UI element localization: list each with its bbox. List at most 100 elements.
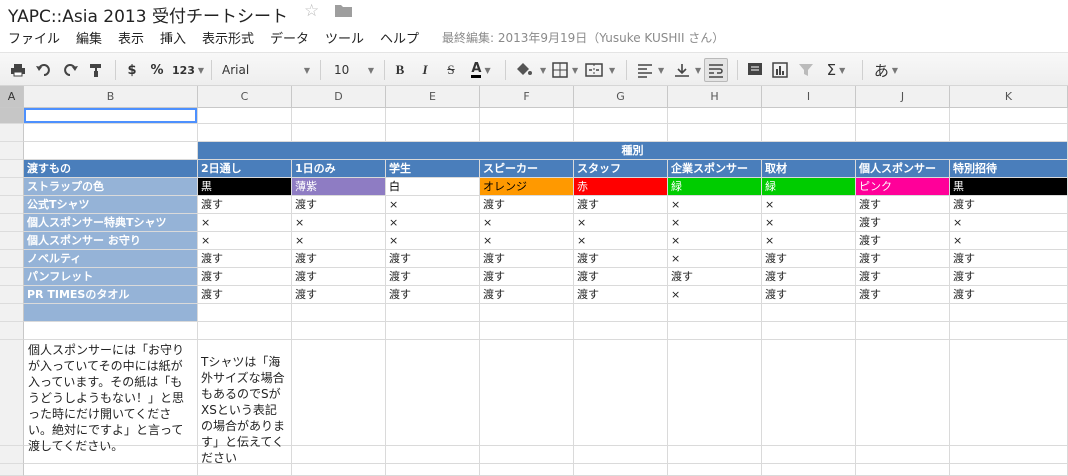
column-header-j[interactable]: J [856,86,950,108]
table-cell[interactable]: 渡す [574,286,667,303]
currency-button[interactable]: $ [126,61,138,79]
table-cell[interactable]: 渡す [762,250,855,267]
column-header-g[interactable]: G [574,86,668,108]
category-header-cell[interactable]: スタッフ [574,160,667,177]
table-cell[interactable]: 渡す [292,286,385,303]
wrap-text-button[interactable] [704,58,728,82]
align-left-icon[interactable] [637,61,653,79]
input-tools-button[interactable]: あ ▼ [871,61,901,80]
empty-label-cell[interactable] [24,304,197,321]
table-cell[interactable]: × [668,232,761,249]
table-cell[interactable]: 渡す [574,250,667,267]
functions-button[interactable]: Σ ▼ [823,61,849,79]
row-label-cell[interactable]: ストラップの色 [24,178,197,195]
table-cell[interactable]: 渡す [198,250,291,267]
row-header[interactable] [0,464,24,476]
row-label-cell[interactable]: ノベルティ [24,250,197,267]
group-header-cell[interactable]: 種別 [198,142,1067,159]
table-cell[interactable]: × [668,250,761,267]
table-cell[interactable]: 渡す [950,286,1067,303]
category-header-cell[interactable]: 特別招待 [950,160,1067,177]
fill-color-icon[interactable] [514,61,532,79]
valign-bottom-icon[interactable] [674,61,690,79]
column-header-e[interactable]: E [386,86,480,108]
table-cell[interactable]: × [762,232,855,249]
table-cell[interactable]: 渡す [386,250,479,267]
table-cell[interactable]: 渡す [950,196,1067,213]
table-cell[interactable]: 渡す [386,286,479,303]
paint-format-icon[interactable] [88,61,104,79]
table-cell[interactable]: 渡す [856,196,949,213]
table-cell[interactable]: 渡す [480,268,573,285]
row-header[interactable] [0,322,24,340]
row-header[interactable] [0,142,24,160]
table-cell[interactable]: 渡す [856,286,949,303]
strikethrough-button[interactable]: S [444,61,458,79]
table-cell[interactable]: 渡す [574,268,667,285]
table-cell[interactable]: 渡す [856,232,949,249]
strap-color-cell[interactable]: 黒 [198,178,291,195]
table-cell[interactable]: 渡す [292,268,385,285]
redo-icon[interactable] [62,61,78,79]
category-header-cell[interactable]: 2日通し [198,160,291,177]
column-header-a[interactable]: A [0,86,24,108]
column-header-c[interactable]: C [198,86,292,108]
row-header[interactable] [0,304,24,322]
chevron-down-icon[interactable]: ▼ [609,66,615,75]
column-header-f[interactable]: F [480,86,574,108]
table-cell[interactable]: × [480,232,573,249]
table-cell[interactable]: × [480,214,573,231]
table-cell[interactable]: 渡す [198,286,291,303]
folder-icon[interactable] [335,4,352,17]
table-cell[interactable]: × [668,286,761,303]
category-header-cell[interactable]: 企業スポンサー [668,160,761,177]
table-cell[interactable]: 渡す [574,196,667,213]
menu-help[interactable]: ヘルプ [380,28,419,47]
font-size-dropdown[interactable]: 10 ▼ [334,61,374,79]
menu-file[interactable]: ファイル [8,28,60,47]
row-label-cell[interactable]: 個人スポンサー特典Tシャツ [24,214,197,231]
table-cell[interactable]: 渡す [668,268,761,285]
column-header-h[interactable]: H [668,86,762,108]
strap-color-cell[interactable]: 白 [386,178,479,195]
category-header-cell[interactable]: 1日のみ [292,160,385,177]
merge-icon[interactable] [585,61,603,79]
table-cell[interactable]: × [950,232,1067,249]
menu-insert[interactable]: 挿入 [160,28,186,47]
row-header[interactable] [0,232,24,250]
chevron-down-icon[interactable]: ▼ [572,66,578,75]
percent-button[interactable]: % [150,61,164,79]
column-header-k[interactable]: K [950,86,1068,108]
bold-button[interactable]: B [393,61,407,79]
row-label-cell[interactable]: 個人スポンサー お守り [24,232,197,249]
chevron-down-icon[interactable]: ▼ [695,66,701,75]
strap-color-cell[interactable]: 赤 [574,178,667,195]
table-cell[interactable]: 渡す [480,250,573,267]
row-header[interactable] [0,108,24,124]
table-cell[interactable]: 渡す [198,268,291,285]
number-format-dropdown[interactable]: 123 ▼ [172,61,204,79]
menu-tools[interactable]: ツール [325,28,364,47]
star-icon[interactable]: ☆ [304,1,319,21]
category-header-cell[interactable]: 学生 [386,160,479,177]
chart-icon[interactable] [772,61,788,79]
note-cell-b[interactable]: 個人スポンサーには「お守りが入っていてその中には紙が入っています。その紙は「もう… [28,342,190,454]
spreadsheet-grid[interactable]: A B C D E F G H I J K 種別 渡すもの 2日通し 1日のみ 学生 スピーカー スタッフ 企業スポ… [0,86,1068,476]
table-cell[interactable]: 渡す [950,250,1067,267]
table-cell[interactable]: × [668,214,761,231]
table-cell[interactable]: 渡す [856,250,949,267]
table-cell[interactable]: 渡す [292,250,385,267]
italic-button[interactable]: I [418,61,432,79]
row-header[interactable] [0,250,24,268]
chevron-down-icon[interactable]: ▼ [658,66,664,75]
table-cell[interactable]: × [762,196,855,213]
strap-color-cell[interactable]: 緑 [762,178,855,195]
header-blank-cell[interactable] [24,142,197,159]
menu-view[interactable]: 表示 [118,28,144,47]
category-header-cell[interactable]: 取材 [762,160,855,177]
row-header[interactable] [0,196,24,214]
font-family-dropdown[interactable]: Arial ▼ [222,61,310,79]
table-cell[interactable]: 渡す [480,196,573,213]
column-header-i[interactable]: I [762,86,856,108]
table-cell[interactable]: 渡す [762,286,855,303]
